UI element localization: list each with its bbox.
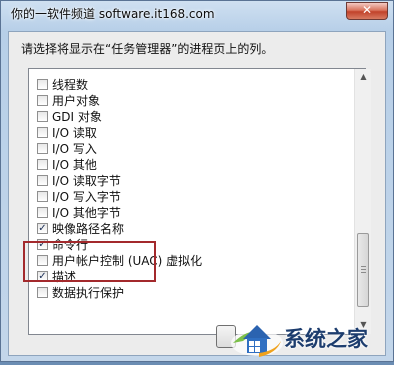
watermark-text: 系统之家 <box>284 327 368 351</box>
scroll-up-icon[interactable]: ▲ <box>357 70 370 84</box>
dialog-body: 请选择将显示在“任务管理器”的进程页上的列。 线程数用户对象 GDI 对象 I/O … <box>8 31 386 356</box>
dialog-prompt: 请选择将显示在“任务管理器”的进程页上的列。 <box>21 42 274 56</box>
column-checkbox[interactable] <box>37 111 48 122</box>
title-bar[interactable]: 你的一软件频道 software.it168.com ✕ <box>1 1 393 31</box>
column-option-label: 映像路径名称 <box>52 222 125 236</box>
vertical-scrollbar[interactable]: ▲ ▼ <box>354 69 371 334</box>
column-checkbox[interactable] <box>37 207 48 218</box>
thumb-grip <box>361 272 366 273</box>
column-checkbox[interactable] <box>37 175 48 186</box>
column-checkbox[interactable] <box>37 159 48 170</box>
thumb-grip <box>361 269 366 270</box>
window-title: 你的一软件频道 software.it168.com <box>11 7 215 21</box>
column-option-label: 数据执行保护 <box>52 286 125 300</box>
scrollbar-thumb[interactable] <box>357 233 369 307</box>
column-option-label: 用户对象 <box>52 94 101 108</box>
column-option-label: I/O 其他字节 <box>52 206 121 220</box>
thumb-grip <box>361 266 366 267</box>
column-option-label: I/O 写入 <box>52 142 97 156</box>
column-checkbox[interactable] <box>37 143 48 154</box>
close-button[interactable]: ✕ <box>346 2 388 20</box>
column-option-label: I/O 写入字节 <box>52 190 121 204</box>
column-checkbox[interactable] <box>37 79 48 90</box>
house-logo-icon <box>231 325 283 357</box>
column-option-label: 线程数 <box>52 78 89 92</box>
annotation-highlight-box <box>23 241 156 282</box>
column-option-label: I/O 读取字节 <box>52 174 121 188</box>
column-list: 线程数用户对象 GDI 对象 I/O 读取 I/O 写入 I/O 其他 I/O 读取字节 I… <box>28 68 366 335</box>
column-option-label: GDI 对象 <box>52 110 102 124</box>
column-checkbox[interactable] <box>37 287 48 298</box>
watermark-logo: 系统之家 <box>229 313 394 361</box>
column-option-label: I/O 其他 <box>52 158 97 172</box>
close-icon: ✕ <box>361 3 373 17</box>
column-checkbox[interactable] <box>37 191 48 202</box>
column-checkbox[interactable] <box>37 95 48 106</box>
column-checkbox[interactable] <box>37 127 48 138</box>
column-option-label: I/O 读取 <box>52 126 97 140</box>
task-manager-column-dialog: 你的一软件频道 software.it168.com ✕ 请选择将显示在“任务管… <box>0 0 394 362</box>
column-checkbox[interactable]: ✓ <box>37 223 48 234</box>
